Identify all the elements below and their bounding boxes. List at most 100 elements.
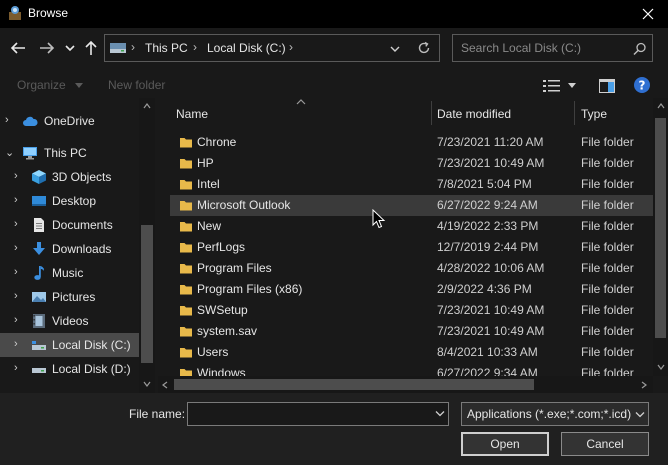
nav-item-downloads[interactable]: › Downloads: [0, 237, 139, 261]
nav-item-this-pc[interactable]: ⌄ This PC: [0, 141, 139, 165]
address-bar[interactable]: › This PC › Local Disk (C:) ›: [104, 34, 440, 62]
navigation-scrollbar-thumb[interactable]: [141, 225, 153, 363]
scroll-left-icon[interactable]: [162, 381, 168, 389]
view-options-button[interactable]: [543, 78, 579, 94]
file-row[interactable]: system.sav 7/23/2021 10:49 AM File folder: [170, 321, 653, 342]
file-name-input[interactable]: [187, 402, 449, 426]
recent-locations-button[interactable]: [62, 37, 78, 59]
file-row[interactable]: Microsoft Outlook 6/27/2022 9:24 AM File f…: [170, 195, 653, 216]
file-row[interactable]: Program Files (x86) 2/9/2022 4:36 PM File …: [170, 279, 653, 300]
arrow-up-icon: [85, 40, 97, 55]
nav-item-pictures[interactable]: › Pictures: [0, 285, 139, 309]
new-folder-button[interactable]: New folder: [108, 78, 165, 92]
navigation-pane: › OneDrive ⌄ This PC › 3D Objects › Desk…: [0, 98, 155, 393]
folder-icon: [180, 180, 192, 190]
file-type: File folder: [581, 156, 634, 170]
file-type: File folder: [581, 240, 634, 254]
scroll-down-icon[interactable]: [143, 381, 151, 387]
chevron-down-icon[interactable]: [435, 410, 445, 417]
forward-button[interactable]: [36, 37, 58, 59]
file-name: Microsoft Outlook: [197, 198, 291, 212]
nav-item-videos[interactable]: › Videos: [0, 309, 139, 333]
preview-pane-button[interactable]: [598, 77, 616, 95]
close-button[interactable]: [628, 0, 668, 28]
chevron-down-icon: [635, 412, 645, 418]
chevron-right-icon: ›: [14, 194, 18, 206]
search-input[interactable]: Search Local Disk (C:): [452, 34, 653, 62]
breadcrumb-this-pc[interactable]: This PC: [145, 41, 188, 55]
file-name: Program Files: [197, 261, 272, 275]
chevron-right-icon: ›: [14, 314, 18, 326]
refresh-icon: [418, 41, 430, 54]
arrow-left-icon: [10, 42, 25, 54]
drive-icon: [32, 341, 46, 350]
file-list: Name Date modified Type Chrone 7/23/2021 …: [158, 98, 653, 376]
file-type: File folder: [581, 198, 634, 212]
video-icon: [33, 314, 45, 328]
folder-icon: [180, 159, 192, 169]
file-date-modified: 2/9/2022 4:36 PM: [437, 282, 532, 296]
cube-icon: [32, 170, 46, 184]
file-row[interactable]: Program Files 4/28/2022 10:06 AM File fold…: [170, 258, 653, 279]
file-list-horizontal-scrollbar-thumb[interactable]: [174, 379, 534, 390]
nav-item-3d-objects[interactable]: › 3D Objects: [0, 165, 139, 189]
file-row[interactable]: SWSetup 7/23/2021 10:49 AM File folder: [170, 300, 653, 321]
file-date-modified: 7/23/2021 10:49 AM: [437, 156, 545, 170]
drive-icon: [32, 368, 46, 373]
file-row[interactable]: New 4/19/2022 2:33 PM File folder: [170, 216, 653, 237]
mouse-cursor-icon: [372, 209, 386, 229]
file-row[interactable]: HP 7/23/2021 10:49 AM File folder: [170, 153, 653, 174]
column-header-name[interactable]: Name: [170, 98, 432, 128]
help-button[interactable]: ?: [633, 76, 651, 94]
column-header-date-modified[interactable]: Date modified: [432, 98, 574, 128]
folder-icon: [180, 327, 192, 337]
chevron-right-icon: ›: [14, 242, 18, 254]
chevron-right-icon: ›: [14, 266, 18, 278]
scroll-up-icon[interactable]: [657, 103, 665, 109]
file-row[interactable]: Chrone 7/23/2021 11:20 AM File folder: [170, 132, 653, 153]
folder-icon: [180, 369, 192, 376]
file-date-modified: 7/8/2021 5:04 PM: [437, 177, 532, 191]
file-date-modified: 4/19/2022 2:33 PM: [437, 219, 539, 233]
address-dropdown-button[interactable]: [388, 40, 402, 56]
file-type: File folder: [581, 303, 634, 317]
cloud-icon: [23, 116, 38, 126]
file-row[interactable]: PerfLogs 12/7/2019 2:44 PM File folder: [170, 237, 653, 258]
nav-item-local-disk-c[interactable]: › Local Disk (C:): [0, 333, 139, 357]
file-list-vertical-scrollbar-thumb[interactable]: [655, 118, 666, 338]
refresh-button[interactable]: [415, 39, 433, 57]
cancel-button[interactable]: Cancel: [561, 432, 649, 456]
nav-label: Videos: [52, 314, 89, 328]
computer-icon: [23, 147, 37, 160]
file-row[interactable]: Users 8/4/2021 10:33 AM File folder: [170, 342, 653, 363]
file-name-label: File name:: [129, 407, 186, 421]
up-button[interactable]: [80, 37, 102, 59]
scroll-right-icon[interactable]: [641, 381, 647, 389]
nav-item-local-disk-d[interactable]: › Local Disk (D:): [0, 357, 139, 381]
nav-item-music[interactable]: › Music: [0, 261, 139, 285]
file-type-filter-select[interactable]: Applications (*.exe;*.com;*.icd): [461, 402, 649, 426]
back-button[interactable]: [7, 37, 29, 59]
column-header-type[interactable]: Type: [575, 98, 653, 128]
column-header-label: Type: [581, 107, 608, 121]
chevron-right-icon: ›: [14, 362, 18, 374]
folder-icon: [180, 348, 192, 358]
chevron-right-icon: ›: [14, 338, 18, 350]
folder-icon: [180, 138, 192, 148]
file-row[interactable]: Intel 7/8/2021 5:04 PM File folder: [170, 174, 653, 195]
file-type: File folder: [581, 177, 634, 191]
organize-button[interactable]: Organize: [17, 78, 84, 92]
nav-item-desktop[interactable]: › Desktop: [0, 189, 139, 213]
open-button[interactable]: Open: [461, 432, 549, 456]
arrow-right-icon: [40, 42, 55, 54]
scroll-up-icon[interactable]: [143, 103, 151, 109]
scroll-down-icon[interactable]: [657, 364, 665, 370]
file-row[interactable]: Windows 6/27/2022 9:34 AM File folder: [170, 363, 653, 376]
breadcrumb-local-disk[interactable]: Local Disk (C:): [207, 41, 286, 55]
svg-text:?: ?: [639, 79, 646, 93]
folder-icon: [180, 285, 192, 295]
file-name: Intel: [197, 177, 220, 191]
window-title: Browse: [28, 6, 69, 20]
nav-item-documents[interactable]: › Documents: [0, 213, 139, 237]
nav-item-onedrive[interactable]: › OneDrive: [0, 109, 139, 133]
